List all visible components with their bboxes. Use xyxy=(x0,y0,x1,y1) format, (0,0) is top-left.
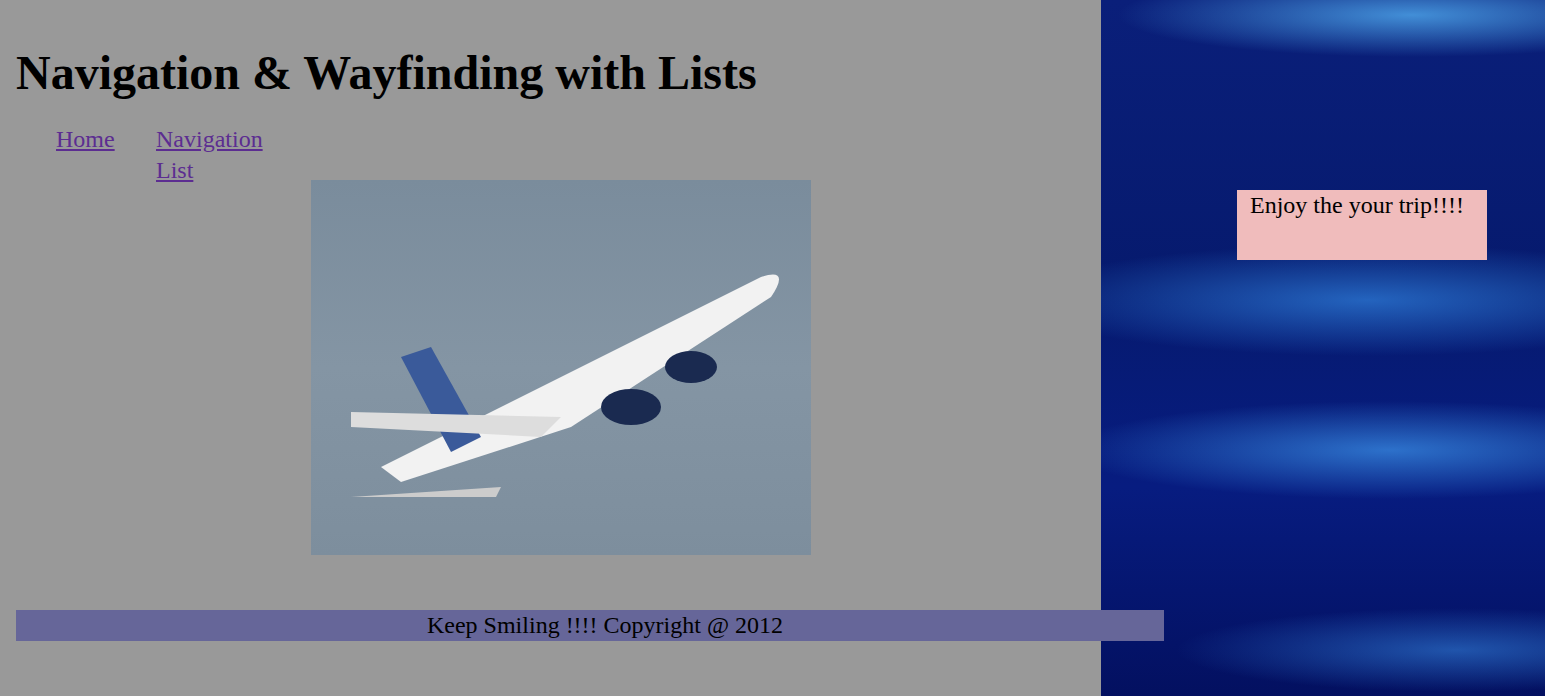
page: Navigation & Wayfinding with Lists Home Na… xyxy=(0,0,1545,696)
trip-note: Enjoy the your trip!!!! xyxy=(1237,190,1487,260)
side-panel: Enjoy the your trip!!!! xyxy=(1101,0,1545,696)
airplane-photo xyxy=(311,180,811,555)
nav-item: Home xyxy=(56,124,156,155)
nav-list: Home Navigation List xyxy=(16,124,1101,186)
nav-item: Navigation List xyxy=(156,124,284,186)
airplane-icon xyxy=(341,237,781,497)
main-column: Navigation & Wayfinding with Lists Home Na… xyxy=(0,0,1101,696)
footer: Keep Smiling !!!! Copyright @ 2012 xyxy=(16,610,1164,641)
nav-link[interactable]: Home xyxy=(56,126,115,152)
nav-link[interactable]: Navigation List xyxy=(156,126,263,183)
page-heading: Navigation & Wayfinding with Lists xyxy=(16,44,1101,102)
